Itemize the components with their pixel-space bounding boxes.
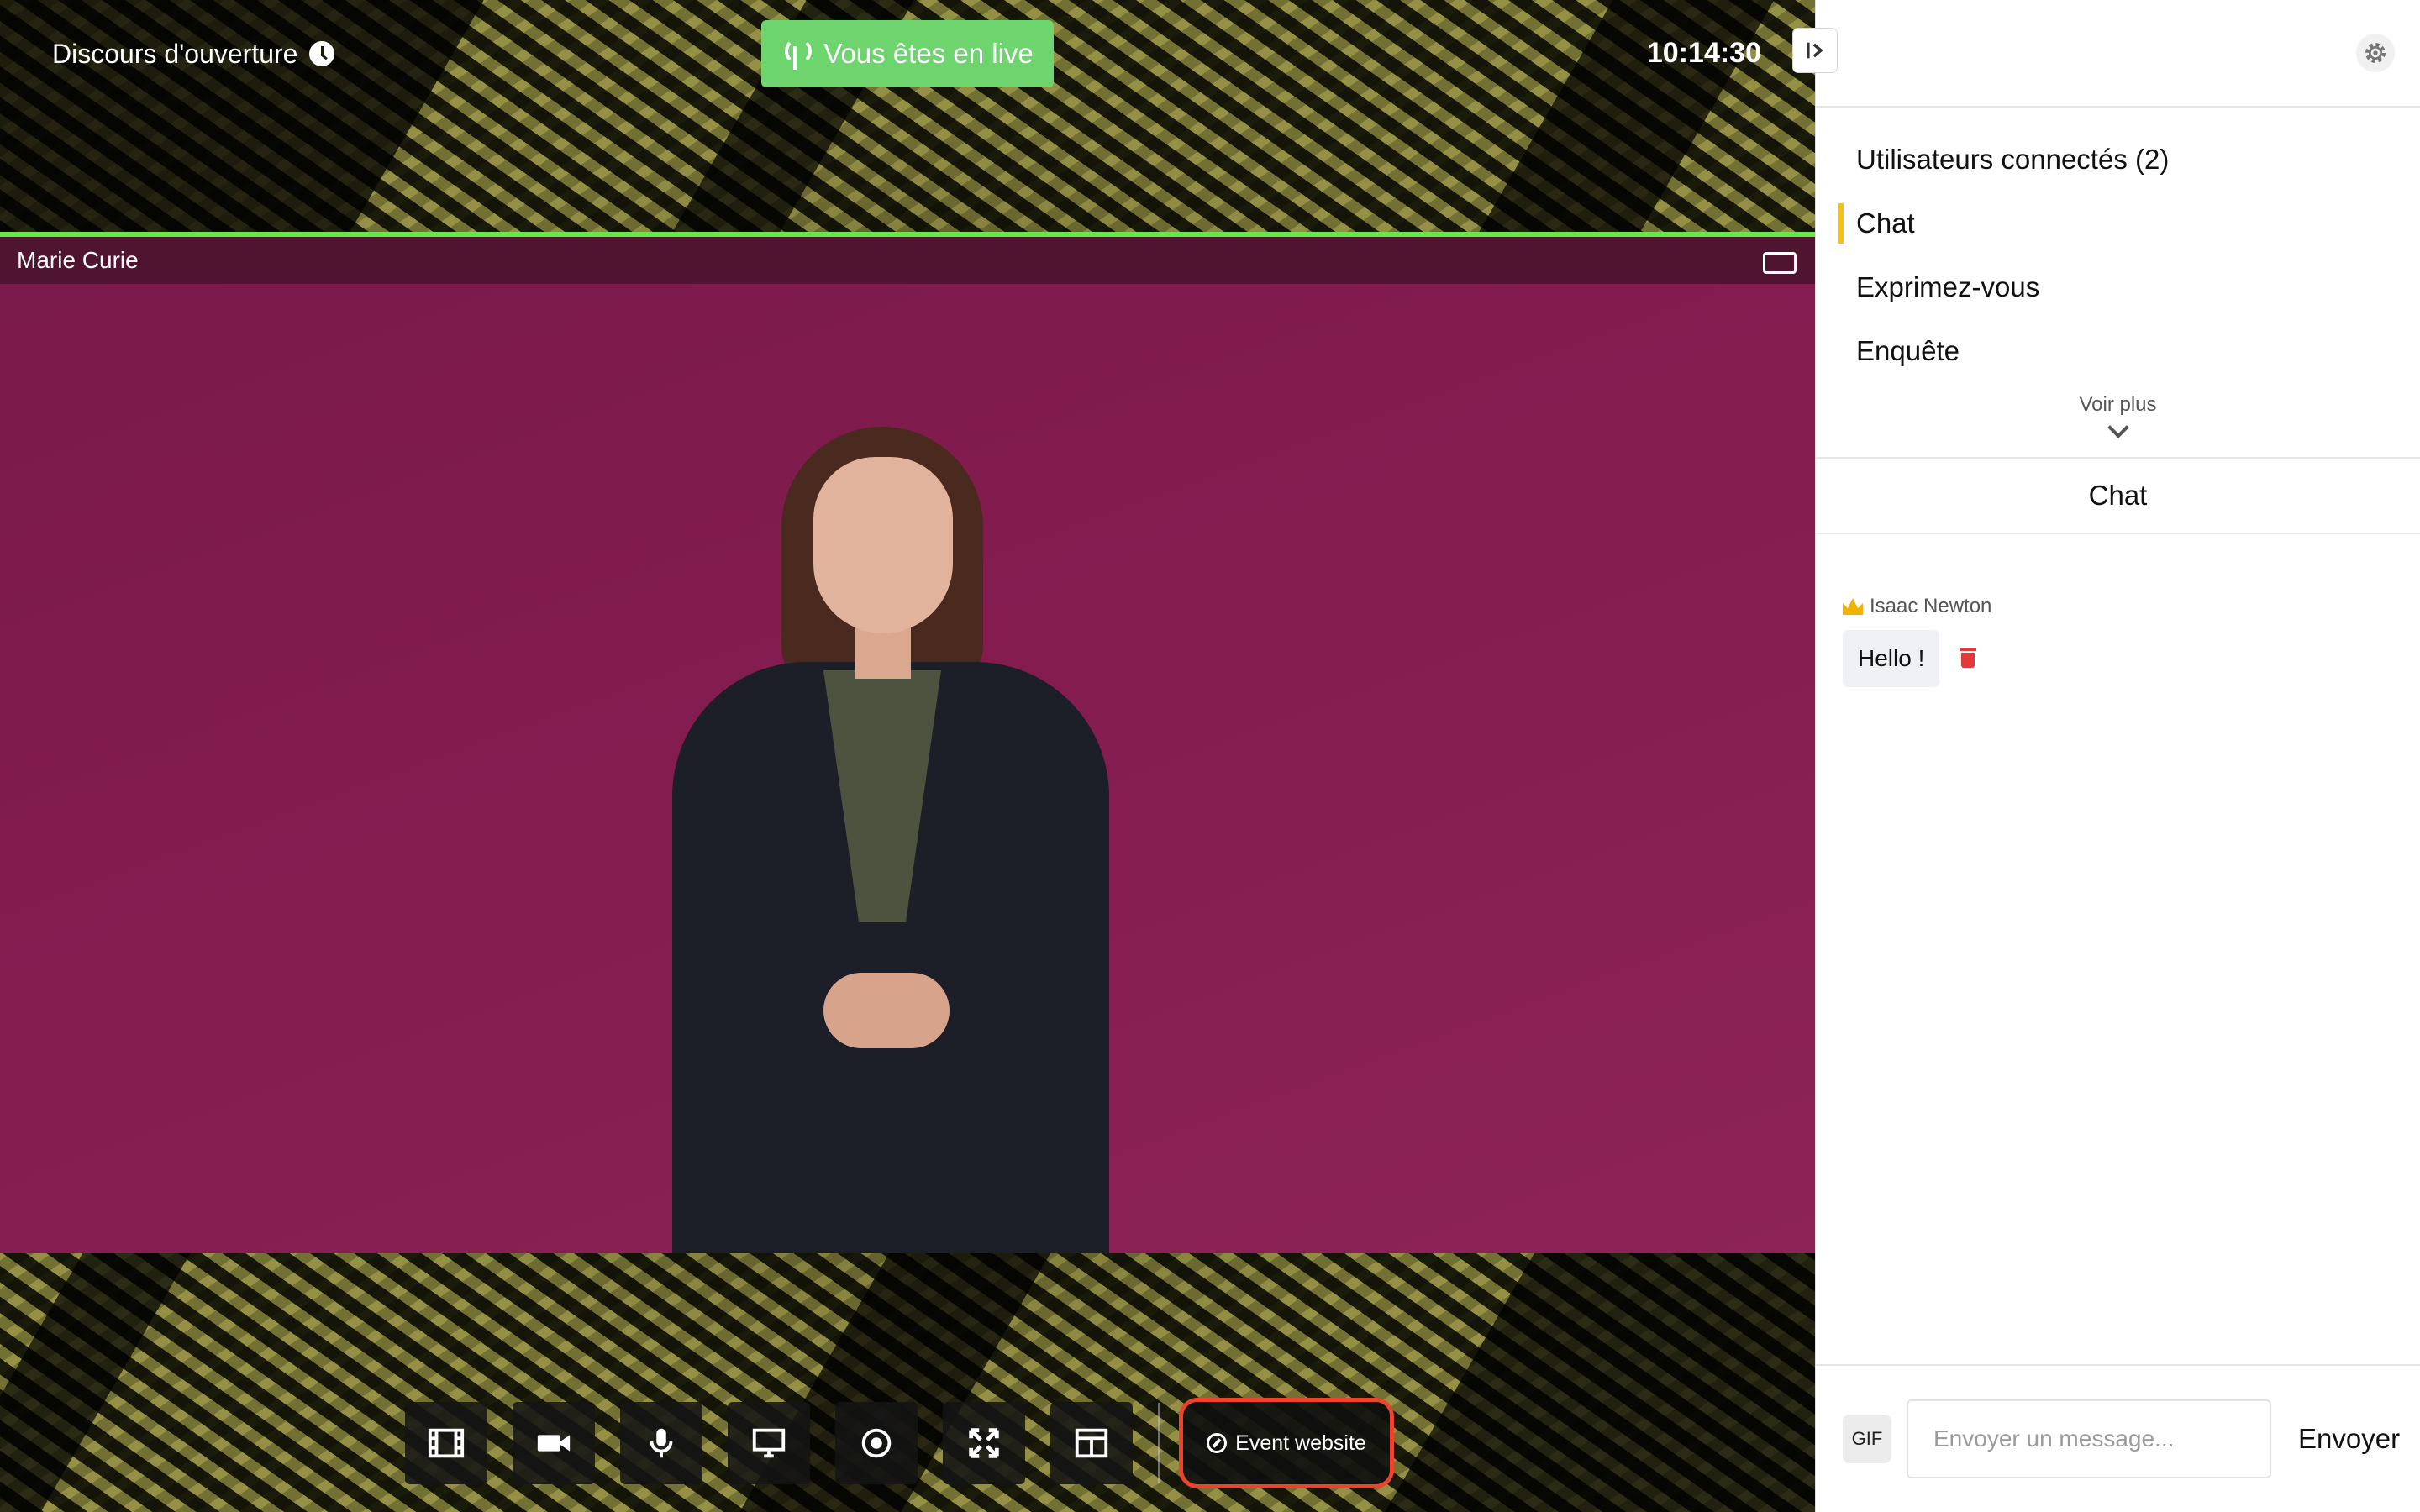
chat-panel-title: Chat <box>1816 457 2420 534</box>
see-more-button[interactable]: Voir plus <box>1816 393 2420 452</box>
settings-button[interactable] <box>2356 34 2395 72</box>
video-camera-icon <box>537 1435 571 1452</box>
monitor-icon <box>752 1428 786 1458</box>
message-author-name: Isaac Newton <box>1870 595 1992 617</box>
control-divider <box>1158 1403 1160 1483</box>
message-input[interactable] <box>1907 1399 2271 1478</box>
sidebar-item-connected-users[interactable]: Utilisateurs connectés (2) <box>1816 128 2420 192</box>
chat-messages: Isaac Newton Hello ! <box>1843 595 2389 687</box>
sidebar-item-label: Chat <box>1856 207 1915 239</box>
speaker-header: Marie Curie <box>0 237 1815 284</box>
compass-icon <box>1207 1433 1228 1453</box>
moderator-icon <box>1843 598 1863 615</box>
trash-icon[interactable] <box>1960 648 1977 669</box>
expand-icon <box>969 1428 999 1458</box>
chevron-down-icon <box>2107 417 2129 438</box>
speaker-name: Marie Curie <box>17 247 139 273</box>
sidebar-item-label: Utilisateurs connectés (2) <box>1856 144 2170 175</box>
collapse-panel-icon <box>1807 42 1823 59</box>
control-bar: Event website <box>405 1398 1394 1488</box>
clock-icon[interactable] <box>309 41 335 66</box>
microphone-button[interactable] <box>620 1402 702 1484</box>
fullscreen-button[interactable] <box>943 1402 1025 1484</box>
live-status-badge: Vous êtes en live <box>761 20 1054 87</box>
layout-button[interactable] <box>1050 1402 1133 1484</box>
message-composer: GIF Envoyer <box>1816 1364 2420 1512</box>
live-badge-label: Vous êtes en live <box>823 38 1034 69</box>
sidebar-top <box>1816 0 2420 108</box>
record-button[interactable] <box>835 1402 918 1484</box>
gif-button[interactable]: GIF <box>1843 1415 1891 1463</box>
sidebar-menu: Utilisateurs connectés (2) Chat Exprimez… <box>1816 108 2420 452</box>
camera-button[interactable] <box>513 1402 595 1484</box>
microphone-icon <box>650 1428 673 1458</box>
layout-columns-icon <box>1075 1428 1108 1458</box>
gear-icon <box>2365 43 2386 63</box>
speaker-video: Marie Curie <box>0 232 1815 1253</box>
sidebar-item-expression[interactable]: Exprimez-vous <box>1816 255 2420 319</box>
sidebar-item-label: Enquête <box>1856 335 1960 366</box>
screen-share-button[interactable] <box>728 1402 810 1484</box>
sidebar-item-chat[interactable]: Chat <box>1816 192 2420 255</box>
sidebar-item-survey[interactable]: Enquête <box>1816 319 2420 383</box>
collapse-sidebar-button[interactable] <box>1793 29 1837 72</box>
video-feed <box>0 284 1815 1253</box>
sidebar-item-label: Exprimez-vous <box>1856 271 2040 302</box>
session-timer: 10:14:30 <box>1646 37 1761 69</box>
event-website-button[interactable]: Event website <box>1179 1398 1394 1488</box>
antenna-icon <box>781 38 813 70</box>
send-button[interactable]: Envoyer <box>2298 1423 2400 1455</box>
record-icon <box>861 1428 892 1458</box>
message-text: Hello ! <box>1843 630 1940 687</box>
event-website-label: Event website <box>1235 1431 1366 1455</box>
media-library-button[interactable] <box>405 1402 487 1484</box>
sidebar: Utilisateurs connectés (2) Chat Exprimez… <box>1815 0 2420 1512</box>
app-window: Discours d'ouverture Vous êtes en live 1… <box>0 0 2420 1512</box>
list-item: Isaac Newton Hello ! <box>1843 595 2389 687</box>
stage-area: Discours d'ouverture Vous êtes en live 1… <box>0 0 1815 1512</box>
session-title-text: Discours d'ouverture <box>52 38 298 69</box>
film-icon <box>428 1428 465 1458</box>
message-author: Isaac Newton <box>1843 595 2389 618</box>
session-title: Discours d'ouverture <box>52 37 335 71</box>
picture-in-picture-icon[interactable] <box>1763 252 1797 274</box>
presenter-figure <box>655 427 1126 1253</box>
see-more-label: Voir plus <box>2079 393 2157 416</box>
